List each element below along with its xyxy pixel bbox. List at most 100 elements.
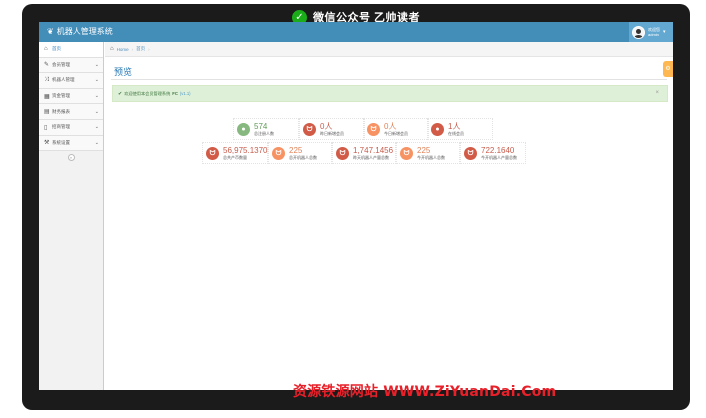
- twitter-icon: ᗢ: [367, 122, 380, 136]
- alert-text: 欢迎使用本会员管理系统: [124, 90, 171, 96]
- sidebar-item-label: 系统设置: [52, 139, 70, 145]
- monitor-frame: ✓ 微信公众号 乙帅读者 ❦ 机器人管理系统 欢迎您 admin ▾ ⌂ 首页: [22, 4, 690, 410]
- stat-value: 225: [289, 145, 303, 155]
- stat-label: 总开机器人总数: [289, 154, 317, 160]
- stat-value: 1,747.1456: [353, 145, 394, 155]
- stat-label: 今日新增会员: [384, 130, 408, 136]
- stat-yesterday-new-members: ᗢ 0人 昨日新增会员: [299, 118, 365, 140]
- ace-settings-button[interactable]: ⚙: [663, 61, 673, 77]
- twitter-icon: ᗢ: [272, 146, 285, 160]
- alert-version: (v1.1): [179, 91, 191, 96]
- avatar: [632, 25, 645, 39]
- sidebar-item-label: 首页: [52, 46, 61, 52]
- stat-label: 在线会员: [448, 130, 464, 136]
- stat-value: 0人: [384, 121, 397, 131]
- stat-online-members: ● 1人 在线会员: [427, 118, 493, 140]
- stat-body: 56,975.1370 总共产币数量: [223, 146, 268, 161]
- stat-label: 昨日新增会员: [320, 130, 344, 136]
- stat-body: 0人 昨日新增会员: [320, 122, 344, 137]
- sidebar-item-home[interactable]: ⌂ 首页: [39, 42, 103, 58]
- stat-body: 1,747.1456 昨天机器人产量总数: [353, 146, 393, 161]
- sidebar-item-label: 资金管理: [52, 93, 70, 99]
- twitter-icon: ᗢ: [336, 146, 349, 160]
- user-text: 欢迎您 admin: [648, 27, 660, 37]
- twitter-icon: ᗢ: [400, 146, 413, 160]
- brand[interactable]: ❦ 机器人管理系统: [47, 26, 113, 37]
- breadcrumb-current[interactable]: 首页: [136, 46, 145, 52]
- watermark: 资源铁源网站 WWW.ZiYuanDai.Com: [293, 384, 557, 400]
- home-icon: ⌂: [110, 46, 114, 52]
- table-icon: ▤: [44, 109, 50, 116]
- stat-label: 总注册人数: [254, 130, 274, 136]
- breadcrumb-separator-icon: ›: [131, 46, 134, 52]
- welcome-alert: ✔ 欢迎使用本会员管理系统 FC (v1.1) ×: [112, 85, 668, 102]
- stat-label: 总共产币数量: [223, 154, 247, 160]
- calendar-icon: ▦: [44, 93, 50, 100]
- chevron-down-icon: ⌄: [94, 61, 99, 68]
- stat-body: 225 总开机器人总数: [289, 146, 317, 161]
- stat-today-new-members: ᗢ 0人 今日新增会员: [363, 118, 429, 140]
- chevron-down-icon: ⌄: [94, 124, 99, 131]
- stat-label: 昨天机器人产量总数: [353, 154, 389, 160]
- title-divider: [111, 79, 667, 80]
- check-icon: ✔: [118, 90, 123, 97]
- alert-brand: FC: [172, 91, 178, 96]
- stat-body: 225 今开机器人总数: [417, 146, 445, 161]
- comment-icon: ●: [431, 122, 444, 136]
- edit-icon: ✎: [44, 62, 50, 69]
- stat-label: 今开机器人总数: [417, 154, 445, 160]
- stat-value: 0人: [320, 121, 333, 131]
- sidebar-item-investment[interactable]: ▯ 招商管理 ⌄: [39, 119, 103, 136]
- sidebar-item-funds[interactable]: ▦ 资金管理 ⌄: [39, 88, 103, 105]
- sidebar-item-settings[interactable]: ⚒ 系统设置 ⌄: [39, 135, 103, 152]
- chevron-down-icon: ⌄: [94, 108, 99, 115]
- leaf-icon: ❦: [47, 27, 54, 36]
- user-menu[interactable]: 欢迎您 admin ▾: [629, 22, 673, 42]
- stat-total-robots-opened: ᗢ 225 总开机器人总数: [268, 142, 332, 164]
- tools-icon: ⚒: [44, 140, 50, 147]
- stat-label: 今开机器人产量总数: [481, 154, 517, 160]
- sidebar-item-label: 招商管理: [52, 124, 70, 130]
- stat-total-registered: ● 574 总注册人数: [233, 118, 299, 140]
- stat-total-coins: ᗢ 56,975.1370 总共产币数量: [202, 142, 268, 164]
- breadcrumb-separator-icon: ›: [148, 46, 150, 52]
- stat-body: 722.1640 今开机器人产量总数: [481, 146, 517, 161]
- caret-down-icon: ▾: [663, 29, 666, 35]
- chevron-down-icon: ⌄: [94, 93, 99, 100]
- sidebar-item-members[interactable]: ✎ 会员管理 ⌄: [39, 57, 103, 74]
- stat-yesterday-robot-output: ᗢ 1,747.1456 昨天机器人产量总数: [332, 142, 396, 164]
- breadcrumb-home-link[interactable]: Home: [117, 47, 129, 52]
- sidebar: ⌂ 首页 ✎ 会员管理 ⌄ ⤨ 机器人管理 ⌄ ▦ 资金管理 ⌄ ▤ 财务报表: [39, 42, 104, 390]
- stat-value: 722.1640: [481, 145, 515, 155]
- stat-body: 1人 在线会员: [448, 122, 464, 137]
- stat-value: 574: [254, 121, 268, 131]
- user-name: admin: [648, 32, 659, 37]
- dashboard-icon: ⌂: [44, 46, 48, 53]
- stat-value: 56,975.1370: [223, 145, 268, 155]
- comment-icon: ●: [237, 122, 250, 136]
- brand-title: 机器人管理系统: [56, 27, 113, 36]
- twitter-icon: ᗢ: [206, 146, 219, 160]
- top-navbar: ❦ 机器人管理系统 欢迎您 admin ▾: [39, 22, 673, 42]
- stat-today-robots-opened: ᗢ 225 今开机器人总数: [396, 142, 460, 164]
- breadcrumb: ⌂ Home › 首页 ›: [105, 42, 673, 57]
- stat-value: 225: [417, 145, 431, 155]
- stat-today-robot-output: ᗢ 722.1640 今开机器人产量总数: [460, 142, 526, 164]
- sidebar-item-label: 机器人管理: [52, 77, 75, 83]
- file-icon: ▯: [44, 124, 48, 131]
- sidebar-item-robots[interactable]: ⤨ 机器人管理 ⌄: [39, 73, 103, 89]
- stat-body: 574 总注册人数: [254, 122, 274, 137]
- close-icon[interactable]: ×: [655, 90, 659, 96]
- sidebar-item-reports[interactable]: ▤ 财务报表 ⌄: [39, 104, 103, 120]
- page-title: 预览: [114, 67, 133, 77]
- shuffle-icon: ⤨: [44, 76, 49, 83]
- chevron-down-icon: ⌄: [94, 139, 99, 146]
- app-screen: ❦ 机器人管理系统 欢迎您 admin ▾ ⌂ 首页 ✎ 会员管理 ⌄ ⤨ 机器…: [39, 22, 673, 390]
- chevron-down-icon: ⌄: [94, 77, 99, 84]
- twitter-icon: ᗢ: [464, 146, 477, 160]
- sidebar-collapse-button[interactable]: «: [67, 154, 75, 162]
- sidebar-item-label: 会员管理: [52, 61, 70, 67]
- twitter-icon: ᗢ: [303, 122, 316, 136]
- sidebar-item-label: 财务报表: [52, 108, 70, 114]
- stat-value: 1人: [448, 121, 461, 131]
